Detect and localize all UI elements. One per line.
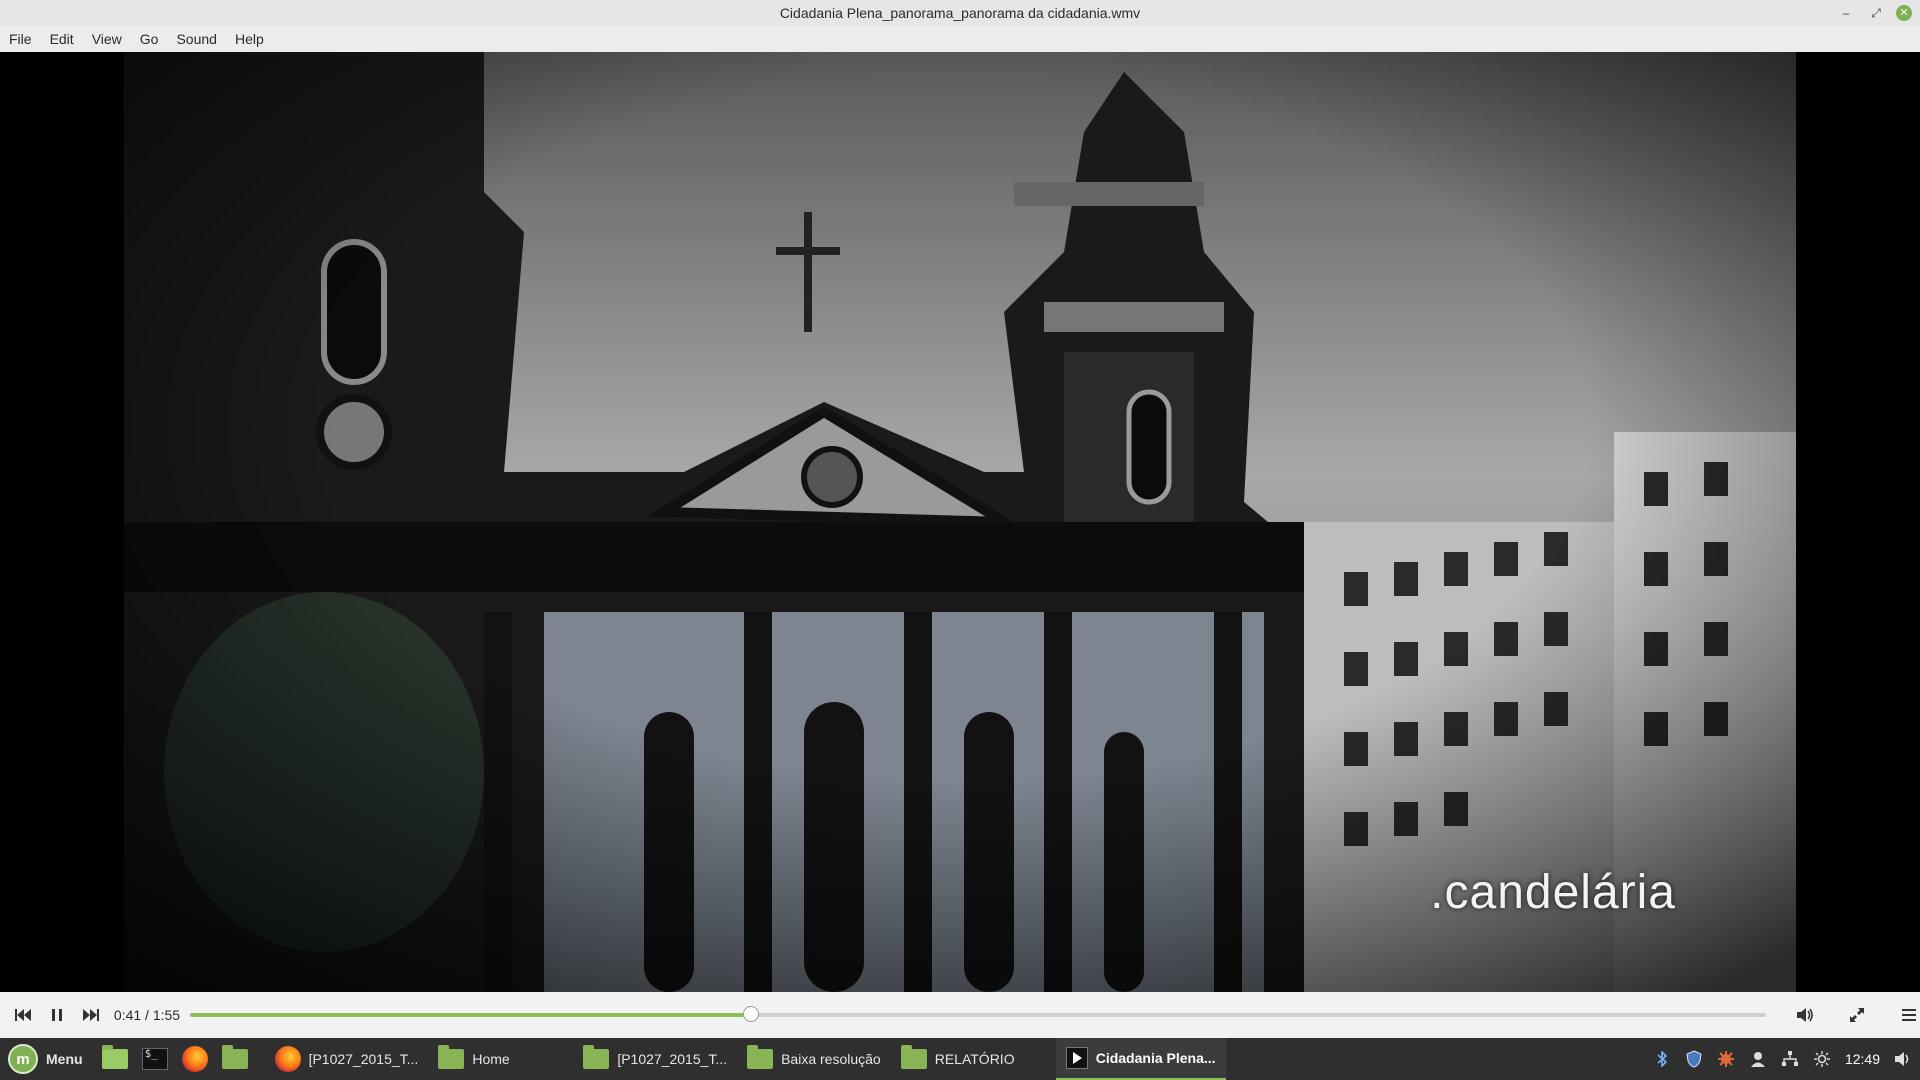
close-button[interactable]: ✕ xyxy=(1896,5,1912,21)
clock[interactable]: 12:49 xyxy=(1845,1051,1880,1067)
launcher-firefox[interactable] xyxy=(179,1043,211,1075)
video-caption: .candelária xyxy=(1430,866,1676,919)
seek-bar-progress xyxy=(190,1013,752,1017)
skip-back-button[interactable] xyxy=(12,1004,34,1026)
skip-forward-icon xyxy=(82,1009,99,1021)
folder-icon xyxy=(900,1045,927,1069)
user-icon[interactable] xyxy=(1749,1050,1767,1068)
video-frame[interactable]: .candelária xyxy=(124,52,1796,992)
brightness-icon[interactable] xyxy=(1813,1050,1831,1068)
update-manager-icon[interactable] xyxy=(1717,1050,1735,1068)
task-label: Cidadania Plena... xyxy=(1095,1050,1216,1066)
window-titlebar: Cidadania Plena_panorama_panorama da cid… xyxy=(0,0,1920,26)
bluetooth-icon[interactable] xyxy=(1653,1050,1671,1068)
linux-mint-logo-icon: m xyxy=(8,1044,38,1074)
menu-edit[interactable]: Edit xyxy=(41,31,83,47)
volume-button[interactable] xyxy=(1794,1004,1816,1026)
task-label: RELATÓRIO xyxy=(934,1051,1015,1067)
menu-sound[interactable]: Sound xyxy=(167,31,225,47)
pause-button[interactable] xyxy=(46,1004,68,1026)
fullscreen-button[interactable] xyxy=(1846,1004,1868,1026)
task-firefox[interactable]: [P1027_2015_T... xyxy=(265,1038,429,1080)
playback-controls: 0:41 / 1:55 xyxy=(0,992,1920,1038)
video-area[interactable]: .candelária xyxy=(0,52,1920,992)
time-display: 0:41 / 1:55 xyxy=(113,1007,181,1023)
volume-tray-icon[interactable] xyxy=(1894,1050,1912,1068)
menu-help[interactable]: Help xyxy=(226,31,273,47)
folder-icon xyxy=(583,1045,610,1069)
task-label: [P1027_2015_T... xyxy=(617,1051,728,1067)
minimize-button[interactable]: – xyxy=(1836,3,1856,23)
taskbar: m Menu $_ [P1027_2015_T... Home [P1027_2… xyxy=(0,1038,1920,1080)
system-tray: 12:49 xyxy=(1653,1038,1912,1080)
launcher-terminal[interactable]: $_ xyxy=(139,1043,171,1075)
menubar: File Edit View Go Sound Help xyxy=(0,26,1920,53)
terminal-icon: $_ xyxy=(141,1048,168,1070)
desktop-icon xyxy=(101,1045,128,1069)
window-controls: – ⤢ ✕ xyxy=(1836,3,1912,23)
seek-bar-handle[interactable] xyxy=(743,1006,760,1022)
shield-icon[interactable] xyxy=(1685,1050,1703,1068)
hamburger-menu-icon xyxy=(1902,1009,1916,1021)
task-video-player[interactable]: Cidadania Plena... xyxy=(1055,1038,1226,1080)
folder-icon xyxy=(438,1045,465,1069)
restore-button[interactable]: ⤢ xyxy=(1866,3,1886,23)
volume-icon xyxy=(1797,1008,1813,1022)
pause-icon xyxy=(51,1009,62,1021)
launcher-files[interactable] xyxy=(219,1043,251,1075)
launcher-show-desktop[interactable] xyxy=(99,1043,131,1075)
task-folder-p1027[interactable]: [P1027_2015_T... xyxy=(573,1038,737,1080)
task-label: Baixa resolução xyxy=(781,1051,881,1067)
skip-back-icon xyxy=(14,1009,31,1021)
skip-forward-button[interactable] xyxy=(80,1004,102,1026)
menu-view[interactable]: View xyxy=(83,31,131,47)
start-menu-label: Menu xyxy=(46,1051,83,1067)
task-home[interactable]: Home xyxy=(428,1038,573,1080)
seek-bar[interactable] xyxy=(190,1006,1766,1022)
firefox-icon xyxy=(181,1046,208,1072)
player-menu-button[interactable] xyxy=(1898,1004,1920,1026)
folder-icon xyxy=(221,1045,248,1069)
window-title: Cidadania Plena_panorama_panorama da cid… xyxy=(779,5,1141,21)
menu-go[interactable]: Go xyxy=(131,31,168,47)
task-relatorio[interactable]: RELATÓRIO xyxy=(891,1038,1056,1080)
start-menu-button[interactable]: m Menu xyxy=(0,1044,91,1074)
video-player-icon xyxy=(1065,1047,1088,1069)
fullscreen-icon xyxy=(1850,1008,1864,1022)
network-icon[interactable] xyxy=(1781,1050,1799,1068)
menu-file[interactable]: File xyxy=(0,31,41,47)
task-label: [P1027_2015_T... xyxy=(308,1051,419,1067)
task-label: Home xyxy=(472,1051,510,1067)
task-baixa-resolucao[interactable]: Baixa resolução xyxy=(737,1038,891,1080)
folder-icon xyxy=(747,1045,774,1069)
church-scene-image xyxy=(124,52,1796,992)
firefox-icon xyxy=(274,1046,301,1072)
